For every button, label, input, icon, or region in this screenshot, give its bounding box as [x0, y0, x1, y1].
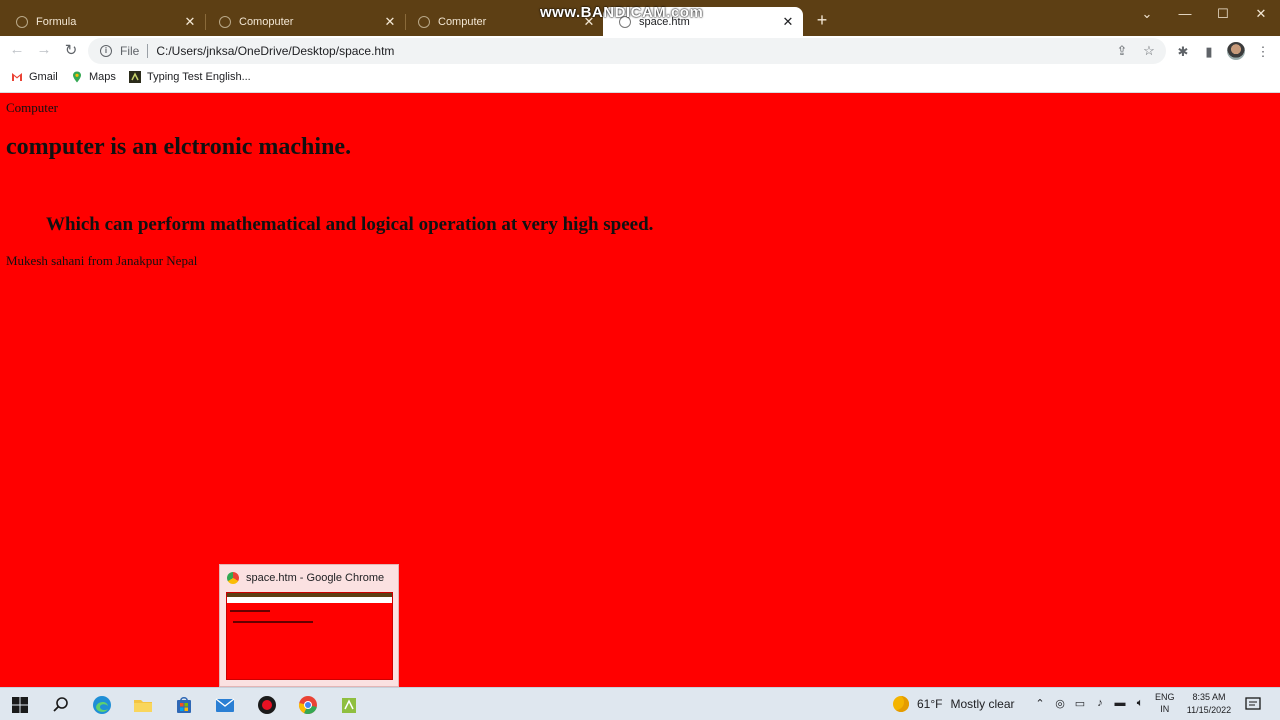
globe-icon — [16, 15, 28, 28]
bookmarks-bar: Gmail Maps Typing Test English... — [0, 66, 1280, 93]
windows-start-icon[interactable] — [10, 695, 30, 715]
chrome-icon — [227, 572, 239, 584]
side-panel-icon[interactable]: ▮ — [1201, 44, 1217, 60]
reload-icon[interactable]: ↻ — [61, 41, 81, 59]
divider — [147, 44, 149, 58]
preview-title: space.htm - Google Chrome — [246, 572, 385, 584]
page-title-text: Computer — [6, 100, 58, 115]
taskbar-preview[interactable]: space.htm - Google Chrome — [219, 564, 399, 687]
typing-test-icon — [129, 71, 141, 83]
close-icon[interactable]: ✕ — [383, 14, 397, 30]
chrome-icon[interactable] — [298, 695, 318, 715]
mail-icon[interactable] — [215, 695, 235, 715]
bookmark-label: Typing Test English... — [147, 71, 251, 83]
url-text[interactable]: C:/Users/jnksa/OneDrive/Desktop/space.ht… — [156, 44, 394, 58]
close-icon[interactable]: ✕ — [183, 14, 197, 30]
page-content: Computer computer is an elctronic machin… — [0, 94, 1280, 687]
bookmark-maps[interactable]: Maps — [71, 71, 116, 83]
page-subheading: Which can perform mathematical and logic… — [46, 214, 654, 235]
minimize-button[interactable]: — — [1175, 6, 1195, 21]
info-icon[interactable]: i — [100, 45, 112, 57]
bookmark-label: Gmail — [29, 71, 58, 83]
tab-title: Computer — [438, 15, 487, 28]
extensions-icon[interactable]: ✱ — [1175, 44, 1191, 60]
windows-taskbar: 61°F Mostly clear ⌃ ◎ ▭ ♪ ▬ 🔈︎ ENG IN 8:… — [0, 687, 1280, 720]
language-indicator[interactable]: ENG IN — [1155, 691, 1175, 715]
share-icon[interactable]: ⇪ — [1114, 43, 1130, 59]
globe-icon — [418, 15, 430, 28]
tab-title: Formula — [36, 15, 77, 28]
tab-formula[interactable]: Formula ✕ — [0, 7, 205, 36]
forward-arrow-icon[interactable]: → — [34, 41, 54, 58]
file-explorer-icon[interactable] — [133, 695, 153, 715]
clock-time: 8:35 AM — [1192, 692, 1226, 702]
search-icon[interactable] — [51, 695, 71, 715]
microphone-icon[interactable]: ♪ — [1092, 697, 1108, 709]
edge-icon[interactable] — [92, 695, 112, 715]
page-heading: computer is an elctronic machine. — [6, 134, 352, 160]
weather-condition: Mostly clear — [950, 697, 1015, 711]
thumbnail-toolbar — [227, 597, 392, 603]
notification-icon[interactable] — [1245, 696, 1261, 712]
chevron-up-icon[interactable]: ⌃ — [1032, 697, 1048, 710]
tab-search-button[interactable]: ⌄ — [1137, 6, 1157, 22]
globe-icon — [219, 15, 231, 28]
close-window-button[interactable]: ✕ — [1251, 6, 1271, 22]
tab-strip: Formula ✕ Comoputer ✕ Computer ✕ space.h… — [0, 0, 1280, 36]
bandicam-record-icon[interactable] — [257, 695, 277, 715]
clock-date: 11/15/2022 — [1186, 705, 1232, 715]
language-line2: IN — [1160, 704, 1170, 714]
notepad-app-icon[interactable] — [339, 695, 359, 715]
clock[interactable]: 8:35 AM 11/15/2022 — [1180, 691, 1238, 717]
bandicam-watermark: www.BANDICAM.com — [540, 4, 704, 21]
device-icon[interactable]: ▭ — [1072, 697, 1088, 710]
star-icon[interactable]: ☆ — [1141, 43, 1157, 59]
globe-icon[interactable]: ◎ — [1052, 697, 1068, 710]
maximize-button[interactable]: ☐ — [1213, 6, 1233, 22]
close-icon[interactable]: ✕ — [781, 14, 795, 30]
thumbnail-line — [233, 621, 313, 623]
profile-avatar[interactable] — [1227, 42, 1245, 60]
back-arrow-icon[interactable]: ← — [7, 41, 27, 58]
gmail-icon — [12, 73, 22, 81]
bookmark-typing-test[interactable]: Typing Test English... — [129, 71, 251, 83]
tab-title: Comoputer — [239, 15, 294, 28]
language-line1: ENG — [1155, 692, 1175, 702]
thumbnail-line — [230, 610, 270, 612]
new-tab-button[interactable]: + — [812, 10, 832, 31]
weather-widget[interactable]: 61°F Mostly clear — [893, 696, 1015, 712]
battery-icon[interactable]: ▬ — [1112, 697, 1128, 709]
preview-thumbnail[interactable] — [226, 592, 393, 680]
weather-temp: 61°F — [917, 697, 943, 711]
moon-icon — [893, 696, 909, 712]
menu-icon[interactable]: ⋮ — [1255, 44, 1271, 60]
url-scheme: File — [120, 44, 140, 58]
address-bar[interactable]: i File C:/Users/jnksa/OneDrive/Desktop/s… — [88, 38, 1166, 64]
page-footer-text: Mukesh sahani from Janakpur Nepal — [6, 253, 198, 268]
browser-toolbar: ← → ↻ i File C:/Users/jnksa/OneDrive/Des… — [0, 36, 1280, 66]
maps-icon — [73, 71, 81, 83]
bookmark-label: Maps — [89, 71, 116, 83]
tab-comoputer[interactable]: Comoputer ✕ — [203, 7, 405, 36]
bookmark-gmail[interactable]: Gmail — [11, 71, 58, 83]
speaker-icon[interactable]: 🔈︎ — [1132, 697, 1148, 710]
store-icon[interactable] — [174, 695, 194, 715]
